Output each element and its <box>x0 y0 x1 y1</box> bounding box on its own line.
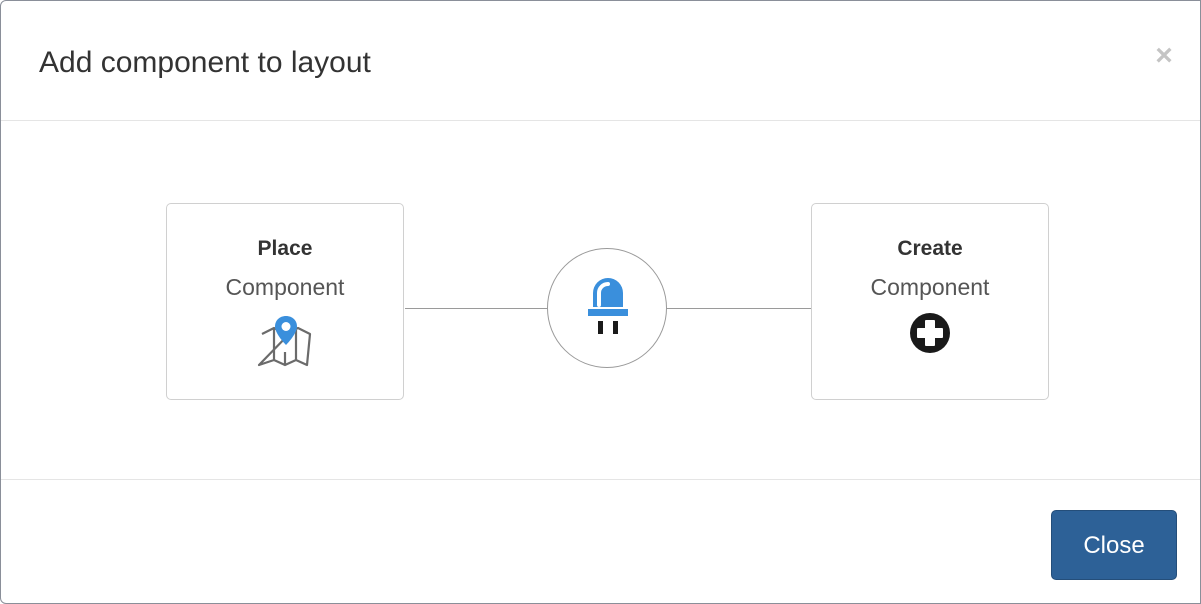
place-card-subtitle: Component <box>225 274 345 300</box>
map-marker-icon <box>254 312 316 375</box>
place-card-title: Place <box>257 237 313 260</box>
close-button[interactable]: Close <box>1051 510 1177 580</box>
modal-title: Add component to layout <box>39 46 371 79</box>
connector-line-right <box>666 308 811 309</box>
modal-dialog: Add component to layout × Place Componen… <box>0 0 1201 604</box>
modal-body: Place Component Create Component <box>1 121 1200 480</box>
create-card-subtitle: Component <box>870 274 990 300</box>
connector-line-left <box>405 308 548 309</box>
place-component-card[interactable]: Place Component <box>166 203 404 400</box>
create-component-card[interactable]: Create Component <box>811 203 1049 400</box>
modal-header: Add component to layout × <box>1 1 1200 121</box>
plus-circle-icon <box>909 312 951 359</box>
create-card-title: Create <box>897 237 963 260</box>
led-plug-icon <box>588 278 628 334</box>
component-hub <box>547 248 667 368</box>
close-icon[interactable]: × <box>1149 41 1179 71</box>
